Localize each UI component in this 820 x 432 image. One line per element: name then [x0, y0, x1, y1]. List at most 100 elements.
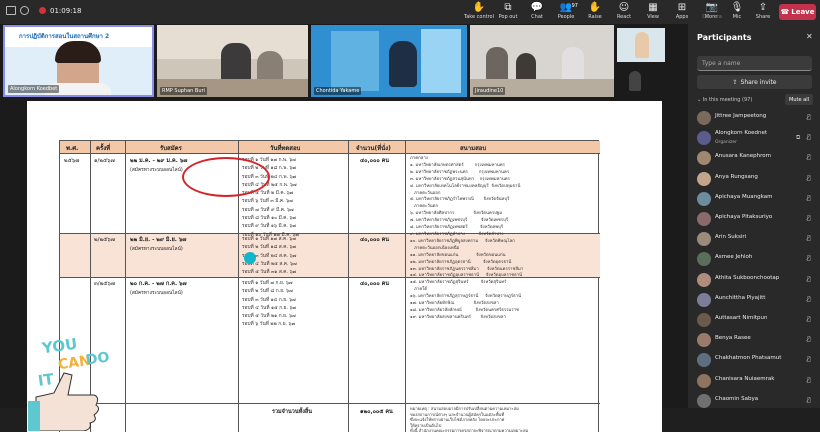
video-tile-classroom[interactable]: Jiraudine10: [470, 25, 614, 97]
participant-name: Chaomin Sabya: [715, 395, 759, 402]
participant-row[interactable]: Benya Rasee 🎙̸: [688, 330, 820, 350]
column-header: สนามสอบ: [460, 145, 487, 152]
avatar: [697, 191, 711, 206]
participant-row[interactable]: Apichaya Pitaksuriyo 🎙̸: [688, 209, 820, 229]
participant-name: Alongkorn Koednet: [715, 130, 767, 137]
toolbar-take-control-button[interactable]: ✋ Take control: [464, 2, 494, 20]
avatar: [697, 373, 711, 388]
banner-panel: [331, 31, 379, 91]
video-tile-self[interactable]: [617, 28, 665, 62]
toolbar-people-button[interactable]: 👥 People 97: [551, 2, 581, 20]
mic-muted-icon[interactable]: 🎙̸: [807, 377, 811, 384]
pointer-dot: [244, 252, 256, 264]
participant-row[interactable]: Aunchittha Piyajitt 🎙̸: [688, 290, 820, 310]
mic-muted-icon[interactable]: 🎙̸: [807, 316, 811, 323]
participant-name: Athita Sukboonchootap: [715, 274, 780, 281]
toolbar-button-label: Take control: [464, 14, 495, 20]
participants-icon[interactable]: [20, 6, 29, 15]
participant-row[interactable]: Athita Sukboonchootap 🎙̸: [688, 270, 820, 290]
mic-muted-icon[interactable]: 🎙̸: [807, 195, 811, 202]
venues-list: ภาคกลาง ๑. มหาวิทยาลัยเกษตรศาสตร์ กรุงเท…: [410, 156, 524, 320]
mic-muted-icon[interactable]: 🎙̸: [807, 154, 811, 161]
participant-row[interactable]: Apichaya Muangkam 🎙̸: [688, 189, 820, 209]
toolbar-button-label: Mic: [732, 14, 742, 20]
total-value: ๑๒๐,๐๐๕ คน: [360, 409, 393, 415]
toolbar-button-label: Pop out: [498, 14, 518, 20]
mic-muted-icon[interactable]: 🎙̸: [807, 255, 811, 262]
raise-icon: ✋: [588, 2, 602, 13]
toolbar-raise-button[interactable]: ✋ Raise: [580, 2, 610, 20]
participant-row[interactable]: Jittree Jampeetong 🎙̸: [688, 108, 820, 128]
avatar: [697, 111, 711, 125]
column-header: พ.ศ.: [66, 145, 79, 152]
participant-name: Chanisara Nuiaemrak: [715, 375, 775, 382]
column-header: ครั้งที่: [96, 145, 111, 152]
test-dates-cell: รอบที่ ๑ วันที่ ๗ ก.ย. ๖๗ รอบที่ ๒ วันที…: [242, 281, 297, 328]
toolbar-chat-button[interactable]: 💬 Chat: [522, 2, 552, 20]
mic-muted-icon[interactable]: 🎙̸: [807, 336, 811, 343]
avatar: [697, 333, 711, 348]
window-icon[interactable]: [6, 6, 16, 15]
participant-name: Anusara Kanephrom: [715, 153, 771, 160]
participant-row[interactable]: Chanisara Nuiaemrak 🎙̸: [688, 371, 820, 391]
participant-name: Anya Rungsang: [715, 173, 758, 180]
mic-muted-icon[interactable]: 🎙̸: [807, 356, 811, 363]
remark-text: หมายเหตุ : สนามสอบอาจมีการปรับเปลี่ยนตาม…: [410, 406, 529, 432]
video-tile-presenter[interactable]: การปฏิบัติการสอนในสถานศึกษา 2 Alongkorn …: [3, 25, 154, 97]
video-tile-banner[interactable]: Chontida Yakame: [311, 25, 467, 97]
seats-cell: ๔๐,๐๐๐ คน: [360, 158, 390, 164]
toolbar-view-button[interactable]: ▦ View: [638, 2, 668, 20]
participant-row[interactable]: Chakhatmon Phatsamut 🎙̸: [688, 350, 820, 370]
mic-muted-icon[interactable]: 🎙̸: [807, 276, 811, 283]
seats-cell: ๔๐,๐๐๐ คน: [360, 281, 390, 287]
video-tile-room[interactable]: RMP Suphan Buri: [157, 25, 308, 97]
toolbar-button-label: Chat: [531, 14, 543, 20]
participant-name: Apichaya Muangkam: [715, 193, 773, 200]
person-figure: [389, 41, 417, 87]
tile-name: Jiraudine10: [473, 87, 506, 95]
toolbar-button-label: Raise: [588, 14, 602, 20]
avatar: [697, 232, 711, 247]
mic-muted-icon[interactable]: 🎙̸: [807, 134, 811, 141]
people-count-badge: 97: [571, 3, 578, 9]
mic-muted-icon[interactable]: 🎙̸: [807, 114, 811, 121]
sticker-do: DO: [85, 349, 111, 369]
banner-panel: [421, 29, 461, 93]
participant-row[interactable]: Auttasart Nimitpun 🎙̸: [688, 310, 820, 330]
meeting-timer: 01:09:18: [50, 6, 82, 15]
meeting-stage: การปฏิบัติการสอนในสถานศึกษา 2 Alongkorn …: [0, 24, 688, 432]
video-tile-extra[interactable]: [622, 68, 648, 94]
participant-row[interactable]: Arin Suksiri 🎙̸: [688, 229, 820, 249]
mic-muted-icon[interactable]: 🎙̸: [807, 175, 811, 182]
mic-muted-icon[interactable]: 🎙̸: [807, 397, 811, 404]
mic-muted-icon[interactable]: 🎙̸: [807, 296, 811, 303]
participant-name: Chakhatmon Phatsamut: [715, 355, 782, 362]
avatar: [697, 272, 711, 287]
participant-name: Benya Rasee: [715, 335, 751, 342]
apply-note-cell: (สมัครทางระบบออนไลน์): [130, 168, 183, 173]
toolbar-react-button[interactable]: ☺ React: [609, 2, 639, 20]
share-invite-label: Share invite: [740, 78, 777, 86]
participant-name: Aunchittha Piyajitt: [715, 294, 766, 301]
phone-icon: ☎: [780, 8, 790, 16]
close-icon[interactable]: ✕: [806, 32, 813, 41]
toolbar-apps-button[interactable]: ⊞ Apps: [667, 2, 697, 20]
toolbar-pop-out-button[interactable]: ⧉ Pop out: [493, 2, 523, 20]
take-control-icon: ✋: [472, 2, 486, 13]
toolbar-left: 01:09:18: [6, 6, 81, 15]
participant-row[interactable]: Alongkorn Koednet Organizer ⧉ 🎙̸: [688, 128, 820, 148]
participant-row[interactable]: Asmee Jehloh 🎙̸: [688, 249, 820, 269]
share-invite-button[interactable]: ⇪ Share invite: [697, 75, 812, 89]
participant-search-input[interactable]: Type a name: [697, 56, 812, 71]
meeting-toolbar: 01:09:18 ✋ Take control ⧉ Pop out 💬 Chat 👥 Peop…: [0, 0, 820, 24]
mic-muted-icon[interactable]: 🎙̸: [807, 235, 811, 242]
participant-row[interactable]: Anya Rungsang 🎙̸: [688, 169, 820, 189]
mic-muted-icon[interactable]: 🎙̸: [807, 215, 811, 222]
leave-button[interactable]: ☎ Leave: [779, 4, 816, 20]
participant-row[interactable]: Anusara Kanephrom 🎙̸: [688, 148, 820, 168]
avatar: [697, 252, 711, 267]
in-meeting-header[interactable]: ⌄ In this meeting (97): [697, 97, 752, 103]
toolbar-share-button[interactable]: ⇪ Share: [748, 2, 778, 20]
mute-all-button[interactable]: Mute all: [785, 94, 813, 105]
tile-name: RMP Suphan Buri: [160, 87, 207, 95]
